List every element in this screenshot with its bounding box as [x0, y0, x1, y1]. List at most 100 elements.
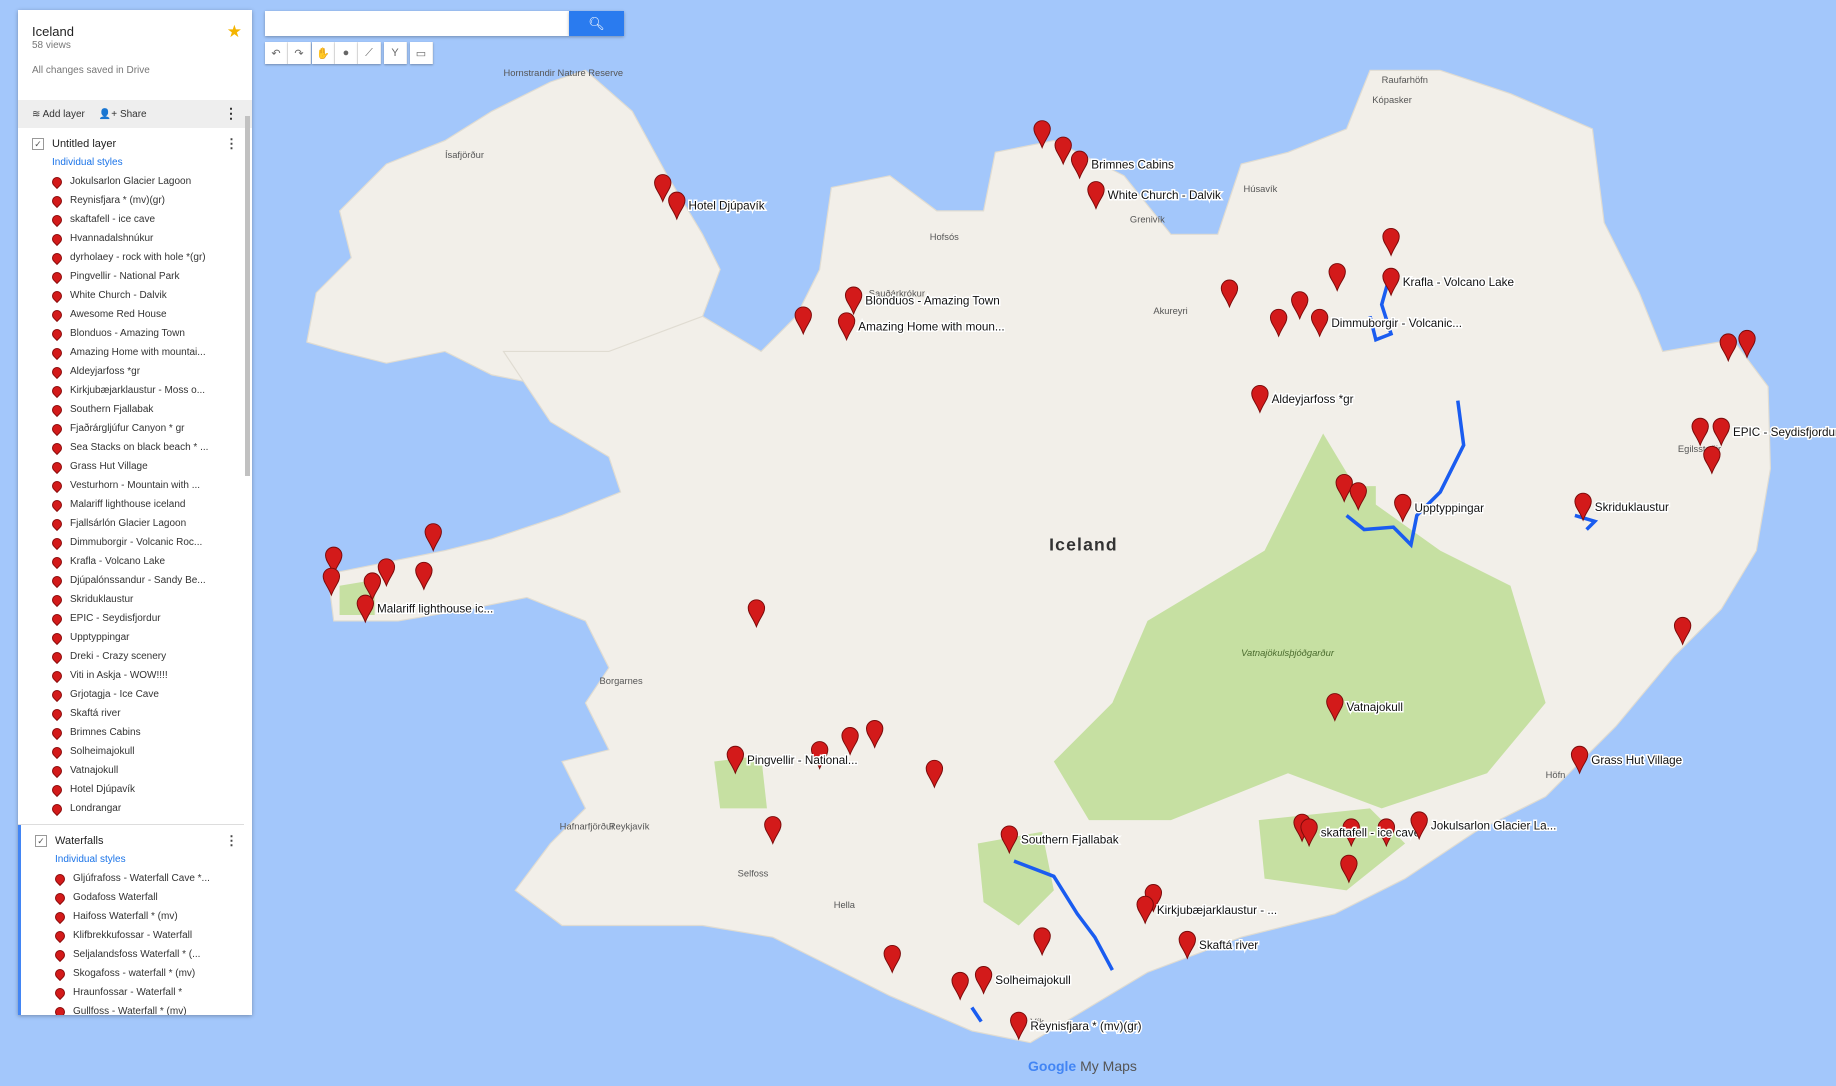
add-marker-button[interactable]: ●	[335, 42, 358, 64]
individual-styles-link[interactable]: Individual styles	[18, 154, 252, 172]
place-label: Grenivík	[1130, 215, 1165, 225]
list-item[interactable]: Gljúfrafoss - Waterfall Cave *...	[21, 869, 252, 888]
scrollbar[interactable]	[245, 116, 250, 476]
list-item[interactable]: Vatnajokull	[18, 761, 252, 780]
directions-button[interactable]: Y	[384, 42, 407, 64]
layer-header[interactable]: ✓ Waterfalls ⋮	[21, 831, 252, 851]
list-item[interactable]: Pingvellir - National Park	[18, 267, 252, 286]
list-item[interactable]: Awesome Red House	[18, 305, 252, 324]
marker-icon	[49, 782, 65, 797]
list-item[interactable]: Solheimajokull	[18, 742, 252, 761]
place-label: Raufarhöfn	[1382, 75, 1428, 85]
list-item[interactable]: Hvannadalshnúkur	[18, 229, 252, 248]
place-label: Akureyri	[1153, 306, 1187, 316]
list-item[interactable]: Viti in Askja - WOW!!!!	[18, 666, 252, 685]
redo-button[interactable]: ↷	[288, 42, 311, 64]
marker-icon	[52, 947, 68, 962]
marker-icon	[52, 966, 68, 981]
list-item[interactable]: Vesturhorn - Mountain with ...	[18, 476, 252, 495]
marker-icon	[49, 516, 65, 531]
add-layer-button[interactable]: ≋ Add layer	[32, 109, 85, 120]
marker-icon	[49, 706, 65, 721]
layer-options-icon[interactable]: ⋮	[225, 136, 238, 152]
list-item[interactable]: Aldeyjarfoss *gr	[18, 362, 252, 381]
list-item[interactable]: Grass Hut Village	[18, 457, 252, 476]
list-item[interactable]: Dreki - Crazy scenery	[18, 647, 252, 666]
individual-styles-link[interactable]: Individual styles	[21, 851, 252, 869]
list-item[interactable]: Reynisfjara * (mv)(gr)	[18, 191, 252, 210]
pan-hand-button[interactable]: ✋	[312, 42, 335, 64]
draw-tools: ✋ ● ⟋	[312, 42, 381, 64]
place-label: Hafnarfjörður	[560, 821, 615, 831]
list-item[interactable]: Fjaðrárgljúfur Canyon * gr	[18, 419, 252, 438]
place-label: Hornstrandir Nature Reserve	[503, 68, 623, 78]
map-title[interactable]: Iceland	[32, 24, 238, 39]
marker-icon	[49, 725, 65, 740]
list-item[interactable]: Seljalandsfoss Waterfall * (...	[21, 945, 252, 964]
layer-checkbox[interactable]: ✓	[35, 835, 47, 847]
measure-button[interactable]: ▭	[410, 42, 433, 64]
list-item[interactable]: Hraunfossar - Waterfall *	[21, 983, 252, 1002]
list-item[interactable]: Brimnes Cabins	[18, 723, 252, 742]
marker-icon	[49, 611, 65, 626]
list-item[interactable]: Skriduklaustur	[18, 590, 252, 609]
map-marker[interactable]	[424, 523, 442, 552]
marker-icon	[49, 497, 65, 512]
draw-line-button[interactable]: ⟋	[358, 42, 381, 64]
list-item[interactable]: Blonduos - Amazing Town	[18, 324, 252, 343]
search-input[interactable]	[265, 11, 569, 36]
list-item[interactable]: Jokulsarlon Glacier Lagoon	[18, 172, 252, 191]
layer-header[interactable]: ✓ Untitled layer ⋮	[18, 134, 252, 154]
list-item[interactable]: Sea Stacks on black beach * ...	[18, 438, 252, 457]
layer-name[interactable]: Untitled layer	[52, 138, 116, 150]
park-label: Vatnajökulsþjóðgarður	[1241, 648, 1335, 658]
marker-icon	[49, 744, 65, 759]
list-item[interactable]: Kirkjubæjarklaustur - Moss o...	[18, 381, 252, 400]
layer-name[interactable]: Waterfalls	[55, 835, 104, 847]
undo-button[interactable]: ↶	[265, 42, 288, 64]
list-item[interactable]: Godafoss Waterfall	[21, 888, 252, 907]
marker-icon	[49, 402, 65, 417]
marker-label: Krafla - Volcano Lake	[1403, 276, 1514, 289]
marker-label: Upptyppingar	[1414, 502, 1484, 515]
list-item[interactable]: Skaftá river	[18, 704, 252, 723]
list-item[interactable]: Southern Fjallabak	[18, 400, 252, 419]
list-item[interactable]: EPIC - Seydisfjordur	[18, 609, 252, 628]
list-item[interactable]: Krafla - Volcano Lake	[18, 552, 252, 571]
marker-label: Southern Fjallabak	[1021, 833, 1119, 846]
google-my-maps-logo: Google My Maps	[1028, 1058, 1137, 1074]
layer-checkbox[interactable]: ✓	[32, 138, 44, 150]
list-item[interactable]: Klifbrekkufossar - Waterfall	[21, 926, 252, 945]
marker-icon	[49, 535, 65, 550]
star-icon[interactable]: ★	[227, 22, 242, 42]
list-item[interactable]: Dimmuborgir - Volcanic Roc...	[18, 533, 252, 552]
list-item[interactable]: Hotel Djúpavík	[18, 780, 252, 799]
marker-icon	[52, 890, 68, 905]
list-item[interactable]: Grjotagja - Ice Cave	[18, 685, 252, 704]
list-item[interactable]: Djúpalónssandur - Sandy Be...	[18, 571, 252, 590]
list-item[interactable]: dyrholaey - rock with hole *(gr)	[18, 248, 252, 267]
list-item[interactable]: Upptyppingar	[18, 628, 252, 647]
marker-label: skaftafell - ice cave	[1321, 826, 1421, 839]
view-count: 58 views	[32, 40, 71, 51]
list-item[interactable]: skaftafell - ice cave	[18, 210, 252, 229]
list-item[interactable]: Haifoss Waterfall * (mv)	[21, 907, 252, 926]
list-item[interactable]: White Church - Dalvik	[18, 286, 252, 305]
search-button[interactable]: 🔍︎	[569, 11, 624, 36]
list-item[interactable]: Gullfoss - Waterfall * (mv)	[21, 1002, 252, 1015]
marker-label: Skaftá river	[1199, 939, 1258, 952]
list-item[interactable]: Fjallsárlón Glacier Lagoon	[18, 514, 252, 533]
place-label: Reykjavík	[609, 821, 650, 831]
marker-pin-icon[interactable]	[424, 523, 442, 552]
marker-icon	[49, 763, 65, 778]
layer-options-icon[interactable]: ⋮	[225, 833, 238, 849]
list-item[interactable]: Skogafoss - waterfall * (mv)	[21, 964, 252, 983]
more-options-icon[interactable]: ⋮	[224, 105, 238, 122]
list-item[interactable]: Malariff lighthouse iceland	[18, 495, 252, 514]
list-item[interactable]: Londrangar	[18, 799, 252, 818]
list-item[interactable]: Amazing Home with mountai...	[18, 343, 252, 362]
place-label: Kópasker	[1372, 95, 1412, 105]
share-button[interactable]: 👤+ Share	[99, 109, 147, 120]
marker-icon	[49, 687, 65, 702]
map-canvas[interactable]: ReykjavíkHafnarfjörðurAkureyriHúsavíkSau…	[0, 0, 1836, 1086]
